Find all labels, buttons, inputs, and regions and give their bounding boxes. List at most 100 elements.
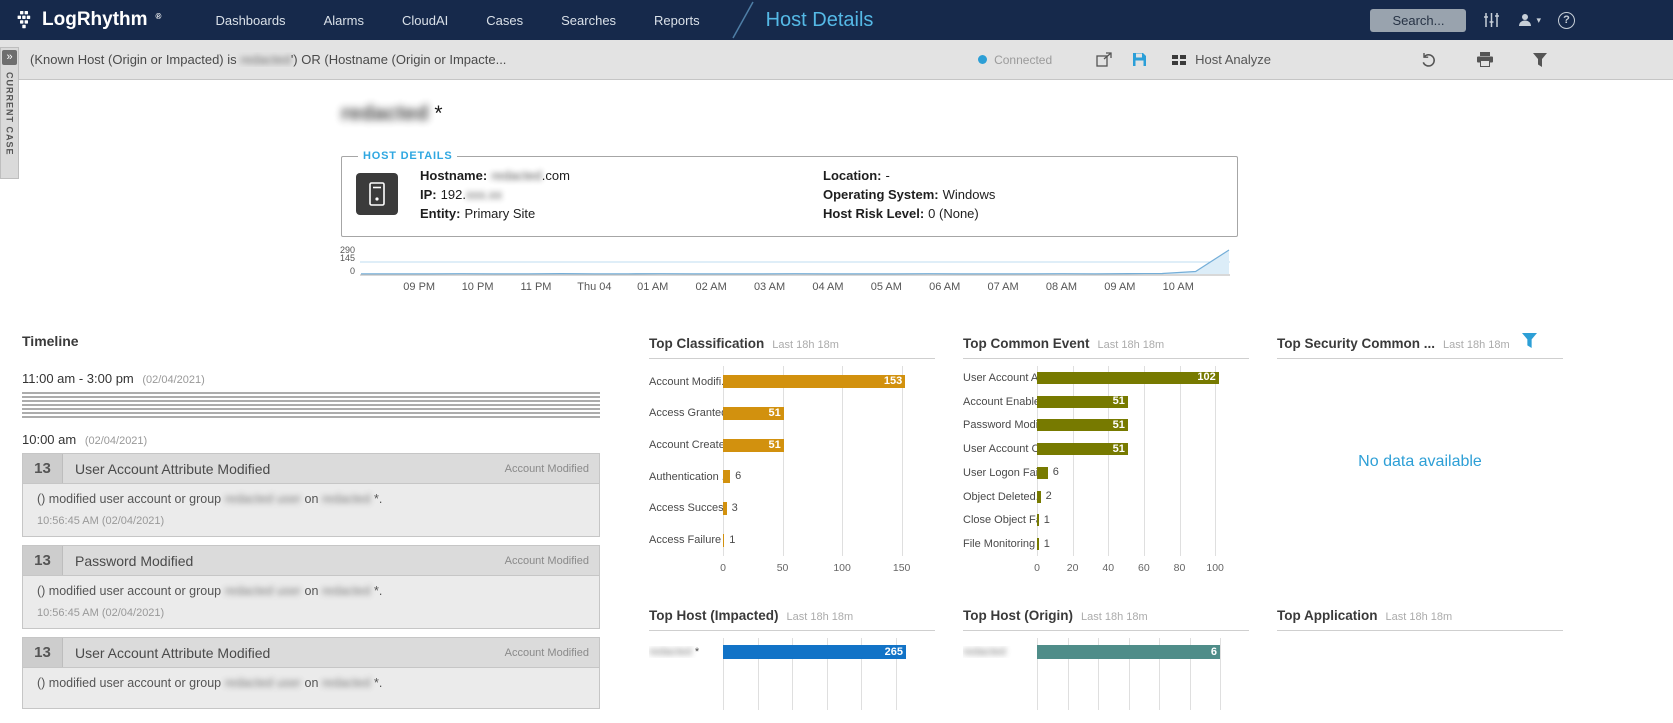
host-analyze-label: Host Analyze xyxy=(1195,52,1271,67)
chart-axis-ticks: 020406080100 xyxy=(1037,562,1249,576)
bar-label-text: redacted xyxy=(963,646,1006,658)
filter-funnel-icon[interactable] xyxy=(1533,53,1547,67)
host-details-section-label: HOST DETAILS xyxy=(358,150,457,162)
bar-track: 51 xyxy=(723,398,935,430)
event-text: () modified user account or group xyxy=(37,492,225,506)
chart-rows: Account Modifi...153Access Granted51Acco… xyxy=(649,366,935,556)
hostname-redacted: redacted xyxy=(491,168,542,183)
bar-label-text: Access Failure xyxy=(649,534,721,546)
nav-item-dashboards[interactable]: Dashboards xyxy=(215,13,285,28)
bar[interactable] xyxy=(1037,538,1039,550)
os-value: Windows xyxy=(943,187,996,202)
event-description: () modified user account or group redact… xyxy=(37,492,585,506)
panel-top-classification: Top Classification Last 18h 18m Account … xyxy=(649,333,935,582)
print-icon[interactable] xyxy=(1477,52,1493,67)
search-button[interactable]: Search... xyxy=(1370,9,1466,32)
timeline-group-time: 11:00 am - 3:00 pm xyxy=(22,371,134,386)
event-timestamp: 10:56:45 AM (02/04/2021) xyxy=(37,515,585,527)
open-in-new-window-icon[interactable] xyxy=(1096,52,1112,67)
bar-track: 6 xyxy=(723,461,935,493)
bar[interactable]: 6 xyxy=(1037,645,1220,659)
sparkline-tick-label: 08 AM xyxy=(1032,281,1090,293)
hostname-row: Hostname:redacted.com xyxy=(420,166,823,185)
expand-chevron-icon[interactable]: » xyxy=(2,50,17,65)
timeline-event-card[interactable]: 13 User Account Attribute Modified Accou… xyxy=(22,453,600,537)
bar-label: Authentication ... xyxy=(649,471,723,483)
bar[interactable]: 153 xyxy=(723,375,905,388)
event-host-redacted: redacted xyxy=(322,492,371,506)
timeline-collapsed-events[interactable] xyxy=(22,392,600,419)
bar[interactable]: 102 xyxy=(1037,372,1219,384)
column-settings-icon[interactable] xyxy=(1483,12,1500,28)
panel-top-application: Top Application Last 18h 18m xyxy=(1277,605,1563,710)
bar-label-text: Object Deleted... xyxy=(963,491,1037,503)
chart-title: Top Common Event xyxy=(963,336,1090,351)
nav-item-alarms[interactable]: Alarms xyxy=(324,13,364,28)
timeline-group-expanded[interactable]: 10:00 am (02/04/2021) xyxy=(22,432,600,447)
panel-top-host-origin: Top Host (Origin) Last 18h 18m redacted6 xyxy=(963,605,1249,710)
bar-track: 6 xyxy=(1037,638,1249,666)
logrhythm-logo[interactable]: LogRhythm® xyxy=(14,9,161,31)
search-toolbar: (Known Host (Origin or Impacted) is reda… xyxy=(0,40,1673,80)
bar-label: Account Modifi... xyxy=(649,376,723,388)
nav-item-searches[interactable]: Searches xyxy=(561,13,616,28)
event-text: *. xyxy=(371,492,383,506)
bar[interactable] xyxy=(1037,491,1041,503)
bar[interactable] xyxy=(723,470,730,483)
filter-query[interactable]: (Known Host (Origin or Impacted) is reda… xyxy=(30,52,978,67)
timeline-event-card[interactable]: 13 Password Modified Account Modified ()… xyxy=(22,545,600,629)
nav-item-reports[interactable]: Reports xyxy=(654,13,700,28)
nav-item-cloudai[interactable]: CloudAI xyxy=(402,13,448,28)
entity-row: Entity:Primary Site xyxy=(420,204,823,223)
bar-value: 265 xyxy=(885,647,906,658)
page-title: Host Details xyxy=(766,9,874,32)
timeline-group-time: 10:00 am xyxy=(22,432,76,447)
bar-row: redacted *265 xyxy=(649,638,935,666)
bar[interactable] xyxy=(723,534,724,547)
ip-label: IP: xyxy=(420,187,437,202)
host-analyze-button[interactable]: Host Analyze xyxy=(1171,52,1271,67)
timeline-event-card[interactable]: 13 User Account Attribute Modified Accou… xyxy=(22,637,600,709)
bar-track: 51 xyxy=(1037,390,1249,414)
chevron-down-icon: ▾ xyxy=(1536,15,1541,26)
connected-dot-icon xyxy=(978,55,987,64)
bar-row: File Monitoring ...1 xyxy=(963,532,1249,556)
sparkline-tick-label: 11 PM xyxy=(507,281,565,293)
undo-icon[interactable] xyxy=(1421,52,1437,68)
current-case-tab[interactable]: » CURRENT CASE xyxy=(0,47,19,179)
sparkline-tick-label: 03 AM xyxy=(740,281,798,293)
help-icon[interactable]: ? xyxy=(1558,12,1575,29)
nav-item-cases[interactable]: Cases xyxy=(486,13,523,28)
host-details-box: HOST DETAILS Hostname:redacted.com IP:19… xyxy=(341,150,1238,237)
axis-tick-label: 150 xyxy=(893,562,911,574)
connected-label: Connected xyxy=(994,53,1052,67)
bar[interactable]: 51 xyxy=(1037,419,1128,431)
panel-top-common-event: Top Common Event Last 18h 18m User Accou… xyxy=(963,333,1249,582)
user-menu[interactable]: ▾ xyxy=(1517,12,1541,28)
bar-row: Account Enabled51 xyxy=(963,390,1249,414)
bar[interactable]: 51 xyxy=(1037,443,1128,455)
save-search-icon[interactable] xyxy=(1132,52,1147,67)
bar-value: 6 xyxy=(1211,647,1220,658)
event-title: Password Modified xyxy=(75,553,505,569)
bar[interactable] xyxy=(723,502,727,515)
event-card-header: 13 User Account Attribute Modified Accou… xyxy=(23,454,599,484)
sparkline-tick-label: 07 AM xyxy=(974,281,1032,293)
user-icon xyxy=(1517,12,1533,28)
bar-track: 1 xyxy=(723,524,935,556)
bar[interactable] xyxy=(1037,467,1048,479)
bar[interactable]: 51 xyxy=(723,407,784,420)
bar[interactable]: 51 xyxy=(1037,396,1128,408)
bar[interactable]: 51 xyxy=(723,439,784,452)
bar[interactable] xyxy=(1037,514,1039,526)
axis-tick-label: 60 xyxy=(1138,562,1150,574)
axis-tick-label: 20 xyxy=(1067,562,1079,574)
bar-label: Access Granted xyxy=(649,407,723,419)
bar[interactable]: 265 xyxy=(723,645,906,659)
chart-filter-funnel-icon[interactable] xyxy=(1522,333,1537,353)
bar-row: redacted 6 xyxy=(963,638,1249,666)
timeline-group-collapsed[interactable]: 11:00 am - 3:00 pm (02/04/2021) xyxy=(22,371,600,386)
sparkline-tick-label: 01 AM xyxy=(624,281,682,293)
event-count-badge: 13 xyxy=(23,546,63,575)
axis-tick-label: 40 xyxy=(1102,562,1114,574)
